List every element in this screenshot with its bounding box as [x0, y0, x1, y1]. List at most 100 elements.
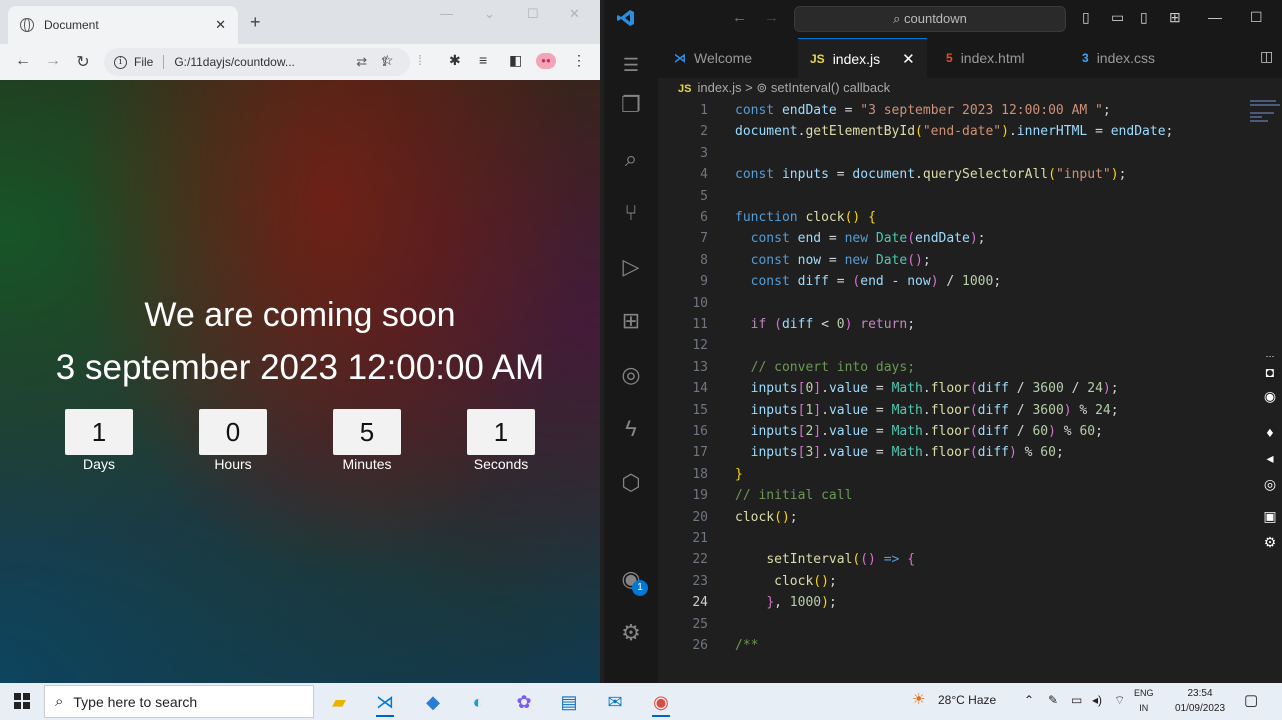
gear-icon[interactable]: ⚙ — [1262, 534, 1278, 550]
tab-label: index.css — [1096, 50, 1156, 66]
days-input[interactable]: 1 — [65, 409, 133, 455]
breadcrumb-file[interactable]: index.js — [697, 80, 741, 95]
search-icon[interactable]: ⌕ — [618, 146, 644, 172]
star-icon[interactable]: ☆ — [381, 52, 394, 69]
minutes-input[interactable]: 5 — [333, 409, 401, 455]
language-indicator[interactable]: ENG IN — [1134, 686, 1154, 716]
command-center-search[interactable]: ⌕ countdown — [794, 6, 1066, 32]
chrome-icon[interactable]: ◉ — [644, 687, 678, 717]
camera-icon[interactable]: ◘ — [1262, 364, 1278, 380]
more-icon[interactable]: ⋯ — [1262, 348, 1278, 364]
windows-start-icon[interactable] — [14, 693, 30, 709]
chevron-up-icon[interactable]: ⌃ — [1024, 693, 1034, 707]
explorer-icon[interactable]: ❐ — [618, 92, 644, 118]
code-text: inputs[0].value = Math.floor(diff / 3600… — [750, 381, 1119, 397]
tab-index-html[interactable]: 5 index.html — [934, 38, 1037, 78]
hours-input[interactable]: 0 — [199, 409, 267, 455]
code-text: } — [735, 466, 743, 482]
css-file-icon: 3 — [1082, 51, 1089, 65]
speaker-icon[interactable]: ◂ — [1262, 450, 1278, 466]
close-icon[interactable]: ✕ — [902, 50, 915, 68]
volume-icon[interactable]: ◂) — [1092, 693, 1102, 707]
split-editor-icon[interactable]: ◫ — [1260, 48, 1273, 65]
edge-icon[interactable]: ◐ — [461, 687, 495, 717]
breadcrumb-symbol[interactable]: setInterval() callback — [771, 80, 890, 95]
back-arrow-icon[interactable]: ← — [732, 9, 747, 26]
line-number: 24 — [692, 595, 708, 611]
code-text: document.getElementById("end-date").inne… — [735, 124, 1174, 140]
remote-explorer-icon[interactable]: ⬡ — [618, 470, 644, 496]
window-icon[interactable]: ▣ — [1262, 508, 1278, 524]
toggle-sidebar-icon[interactable]: ▯ — [1082, 9, 1090, 26]
lightning-icon[interactable]: ϟ — [618, 416, 644, 442]
forward-button[interactable]: → — [38, 52, 68, 70]
source-control-icon[interactable]: ⑂ — [618, 200, 644, 226]
js-file-icon: JS — [678, 83, 692, 95]
run-debug-icon[interactable]: ▷ — [618, 254, 644, 280]
store-icon[interactable]: ◆ — [416, 687, 450, 717]
minutes-label: Minutes — [342, 456, 392, 472]
maximize-button[interactable]: ☐ — [527, 6, 539, 22]
reload-button[interactable]: ↻ — [68, 52, 98, 72]
chevron-down-icon[interactable]: ⌄ — [484, 6, 495, 22]
minimap-line — [1250, 120, 1268, 122]
close-tab-button[interactable]: ✕ — [215, 17, 226, 33]
microphone-icon[interactable]: ♦ — [1262, 424, 1278, 440]
tab-index-js[interactable]: JS index.js ✕ — [798, 38, 927, 78]
playlist-icon[interactable]: ≡ — [479, 52, 487, 68]
clock-date: 01/09/2023 — [1174, 703, 1226, 714]
line-number: 5 — [700, 188, 708, 204]
taskbar-search-input[interactable]: ⌕ Type here to search — [44, 685, 314, 718]
minimap-line — [1250, 104, 1280, 106]
tab-welcome[interactable]: ⋊ Welcome — [662, 38, 764, 78]
customize-layout-icon[interactable]: ⊞ — [1169, 9, 1181, 26]
weather-icon: ☀ — [912, 691, 926, 708]
address-url: G:/11dayjs/countdow... — [174, 55, 295, 69]
code-text: const inputs = document.querySelectorAll… — [735, 167, 1127, 183]
gear-icon[interactable]: ⚙ — [618, 620, 644, 646]
toggle-secondary-sidebar-icon[interactable]: ▯ — [1140, 9, 1148, 26]
line-number: 26 — [692, 638, 708, 653]
browser-tab-title: Document — [44, 18, 99, 32]
back-button[interactable]: ← — [8, 52, 38, 70]
battery-icon[interactable]: ▭ — [1071, 693, 1082, 707]
extensions-icon[interactable]: ⊞ — [618, 308, 644, 334]
code-text: clock(); — [735, 509, 798, 525]
end-date-heading: 3 september 2023 12:00:00 AM — [55, 348, 545, 387]
translate-share-icons[interactable]: ⇄⇪ — [356, 54, 402, 70]
globe-icon — [20, 18, 34, 32]
network-icon[interactable]: ⌔ — [1114, 693, 1125, 708]
file-explorer-icon[interactable]: ▰ — [322, 687, 356, 717]
toggle-panel-icon[interactable]: ▭ — [1111, 9, 1124, 26]
menu-icon[interactable]: ⋮ — [572, 52, 586, 69]
git-graph-icon[interactable]: ◎ — [618, 362, 644, 388]
tab-index-css[interactable]: 3 index.css — [1070, 38, 1167, 78]
address-bar[interactable]: i File G:/11dayjs/countdow... ⇄⇪ — [104, 48, 410, 76]
extensions-icon[interactable]: ✱ — [449, 52, 461, 69]
maximize-button[interactable]: ☐ — [1250, 9, 1263, 26]
minimize-button[interactable]: — — [440, 6, 453, 21]
vscode-taskbar-icon[interactable]: ⋊ — [368, 687, 402, 717]
weather-text[interactable]: 28°C Haze — [938, 693, 996, 707]
webcam-icon[interactable]: ◎ — [1262, 476, 1278, 492]
record-icon[interactable]: ◉ — [1262, 388, 1278, 404]
info-icon[interactable]: i — [114, 55, 127, 69]
sidepanel-icon[interactable]: ◧ — [509, 52, 522, 69]
menu-icon[interactable]: ☰ — [618, 52, 644, 78]
pen-icon[interactable]: ✎ — [1048, 693, 1058, 707]
system-clock[interactable]: 23:54 01/09/2023 — [1172, 686, 1228, 716]
mail-icon[interactable]: ✉ — [598, 687, 632, 717]
profile-avatar[interactable]: ●● — [536, 53, 556, 69]
notification-icon[interactable]: ▢ — [1244, 691, 1258, 709]
close-window-button[interactable]: ✕ — [569, 6, 580, 22]
browser-tab[interactable]: Document ✕ — [8, 6, 238, 44]
copilot-icon[interactable]: ✿ — [507, 687, 541, 717]
browser-toolbar: ← → ↻ i File G:/11dayjs/countdow... ⇄⇪ ☆… — [0, 44, 600, 80]
forward-arrow-icon[interactable]: → — [764, 9, 779, 26]
minimize-button[interactable]: — — [1208, 9, 1222, 25]
line-number: 19 — [692, 488, 708, 504]
new-tab-button[interactable]: + — [250, 12, 261, 33]
minimap[interactable] — [1250, 100, 1280, 140]
seconds-input[interactable]: 1 — [467, 409, 535, 455]
ms-store-icon[interactable]: ▤ — [552, 687, 586, 717]
